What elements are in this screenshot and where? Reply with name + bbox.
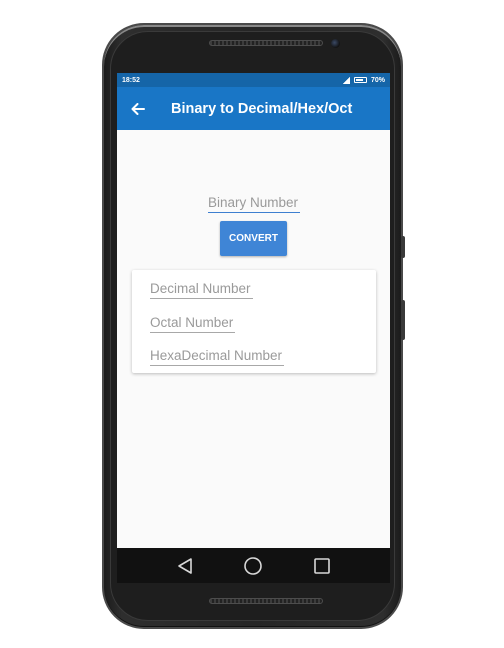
decimal-number-field[interactable] <box>150 280 253 299</box>
status-time: 18:52 <box>122 76 140 84</box>
app-title: Binary to Decimal/Hex/Oct <box>171 100 353 117</box>
front-camera <box>331 39 340 48</box>
main-content: CONVERT <box>117 130 390 541</box>
results-card <box>132 270 376 373</box>
signal-icon <box>341 76 350 84</box>
power-button <box>401 236 405 258</box>
navigation-bar <box>117 548 390 583</box>
app-bar: Binary to Decimal/Hex/Oct <box>117 87 390 130</box>
phone-screen: 18:52 70% Binary to Decimal/Hex/Oct CONV… <box>117 73 390 583</box>
square-recents-icon[interactable] <box>307 551 337 581</box>
top-speaker-grille <box>209 40 323 46</box>
status-bar: 18:52 70% <box>117 73 390 87</box>
battery-icon <box>353 77 367 83</box>
triangle-back-icon[interactable] <box>170 551 200 581</box>
battery-percent: 70% <box>370 76 385 84</box>
arrow-back-icon[interactable] <box>128 99 148 119</box>
convert-button[interactable]: CONVERT <box>220 221 287 256</box>
status-indicators: 70% <box>341 76 385 84</box>
binary-number-input[interactable] <box>208 194 300 213</box>
volume-button <box>401 300 405 340</box>
circle-home-icon[interactable] <box>238 551 268 581</box>
octal-number-field[interactable] <box>150 314 235 333</box>
hexadecimal-number-field[interactable] <box>150 347 284 366</box>
bottom-speaker-grille <box>209 598 323 604</box>
